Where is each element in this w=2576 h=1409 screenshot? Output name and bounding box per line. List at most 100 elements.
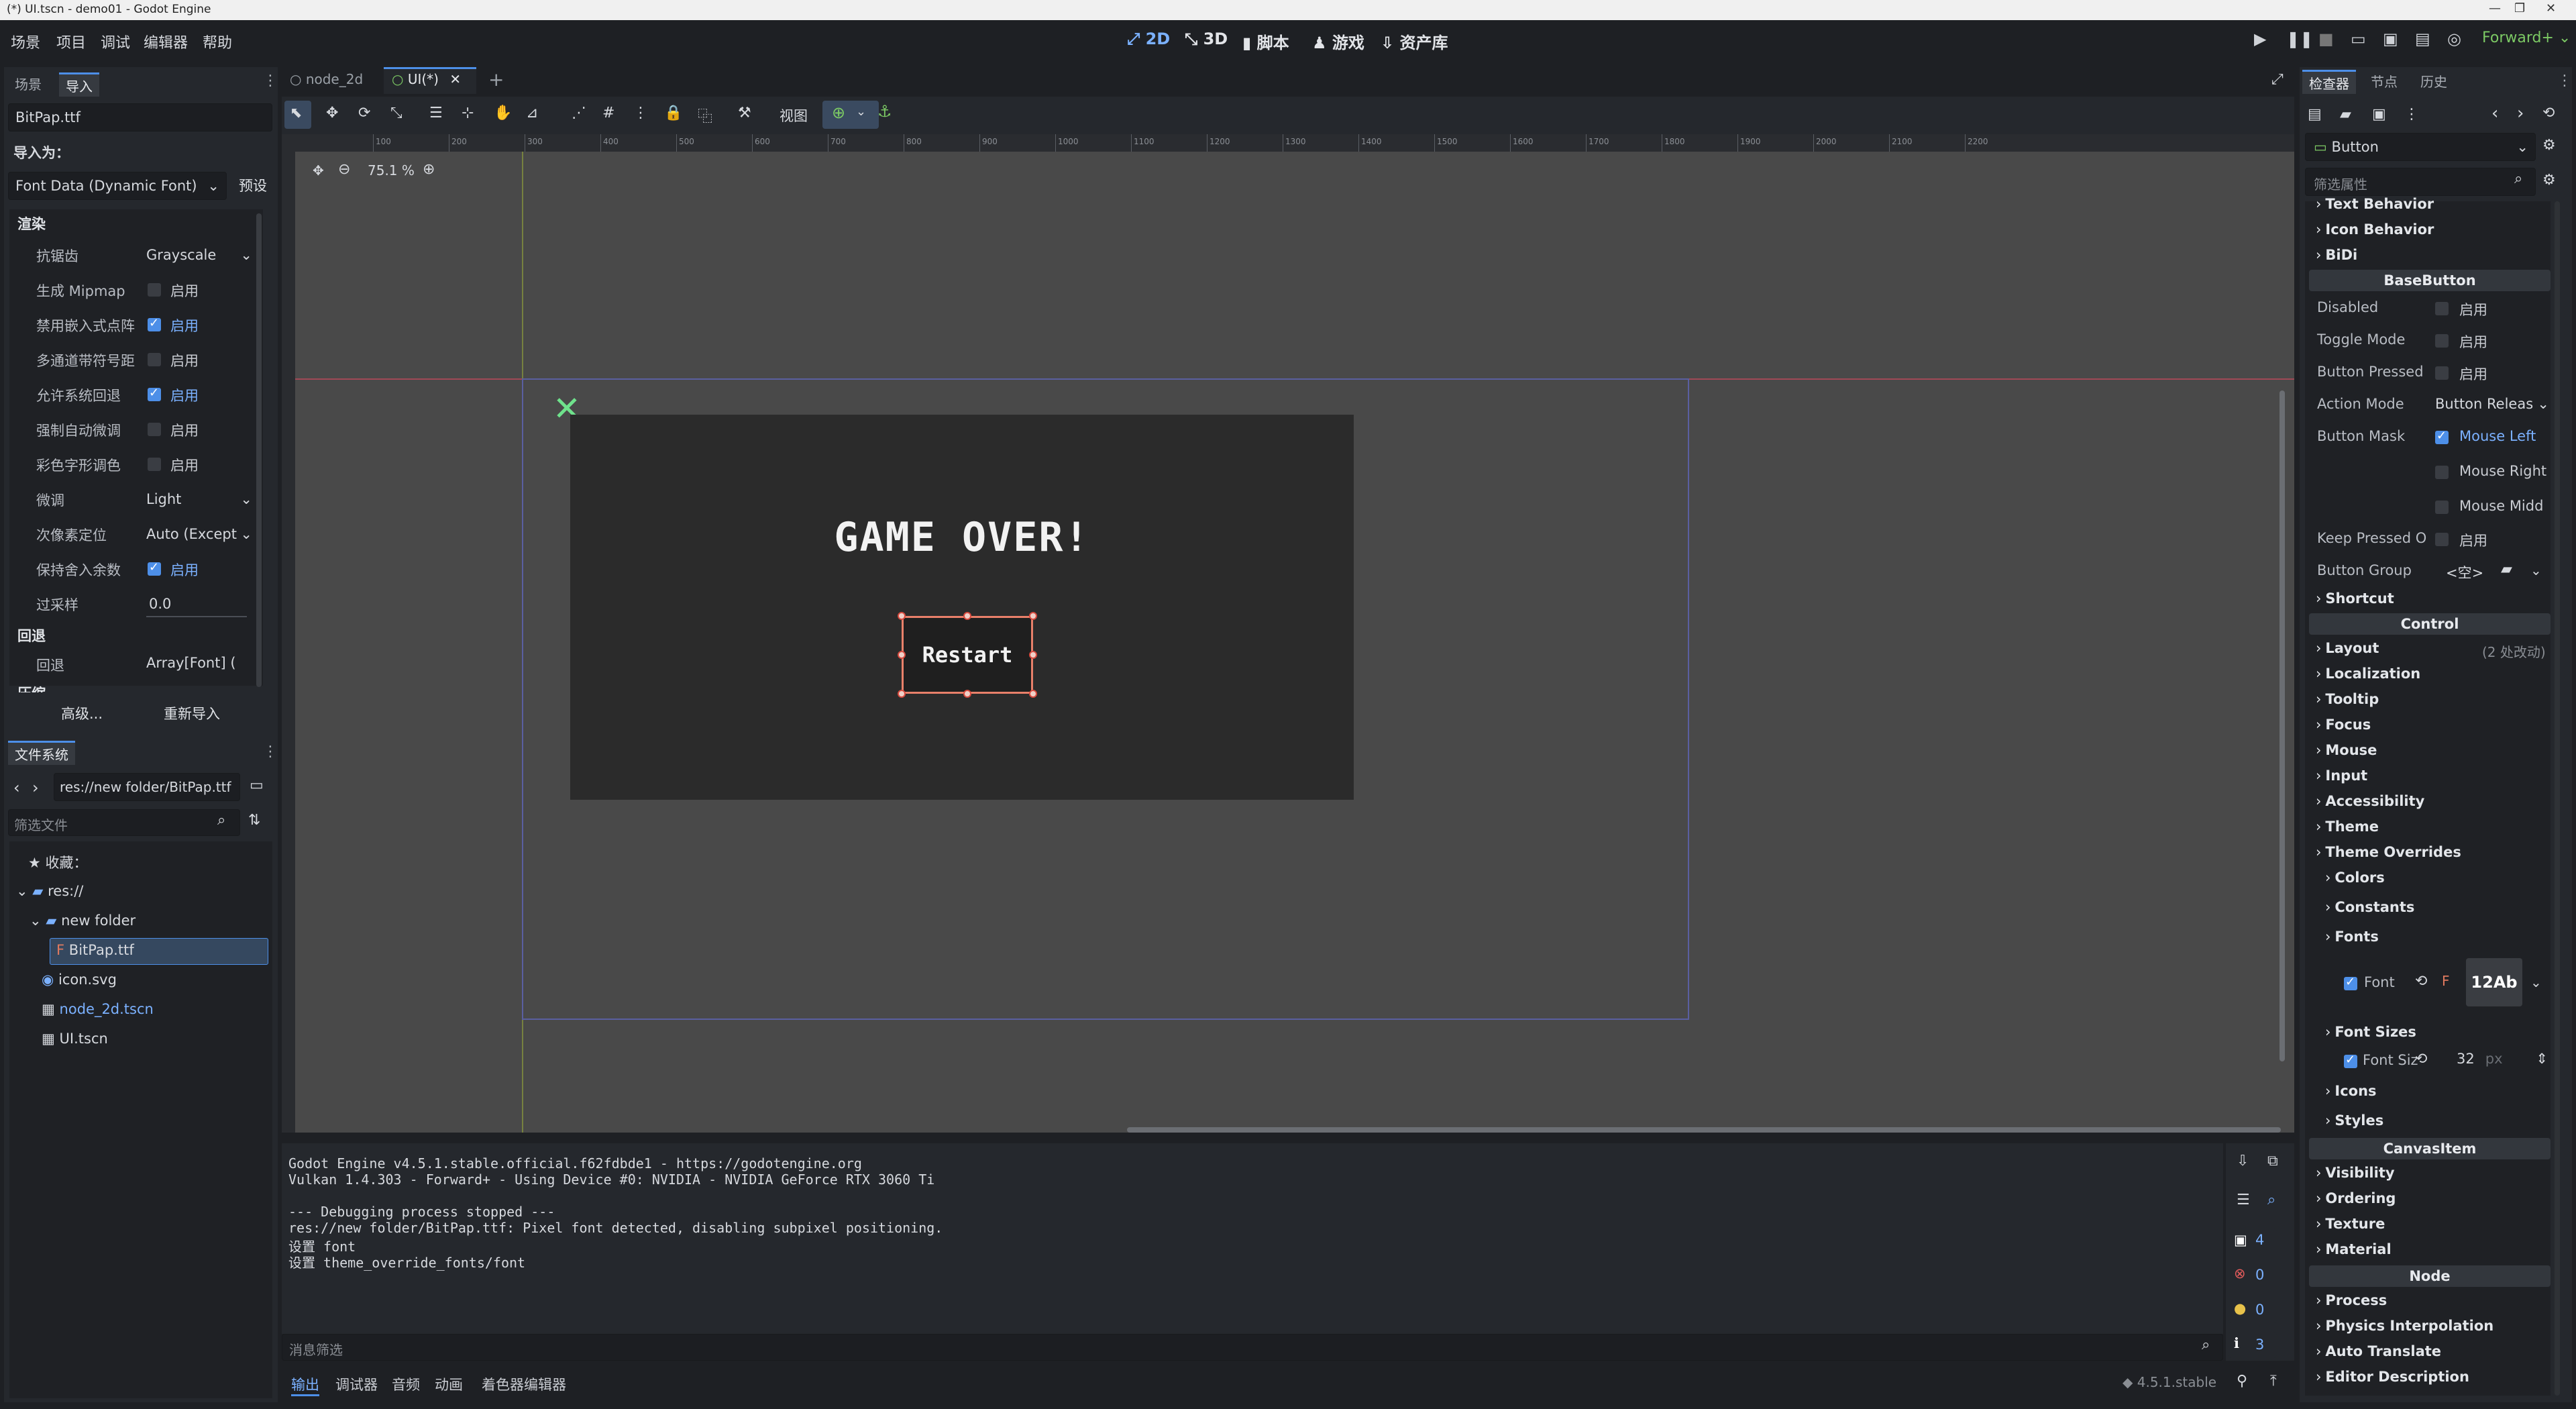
import-option-select[interactable]: Auto (Except ⌄	[144, 522, 255, 547]
font-size-spinbox[interactable]: 32 px ⇕	[2436, 1048, 2551, 1072]
import-option-checkbox[interactable]	[148, 386, 161, 401]
category-auto-translate[interactable]: › Auto Translate	[2316, 1343, 2441, 1359]
maximize-icon[interactable]: ❐	[2514, 1, 2525, 15]
pan-tool-icon[interactable]: ✋	[494, 105, 512, 121]
add-tab-icon[interactable]: +	[488, 68, 504, 91]
basebutton-checkbox[interactable]	[2435, 501, 2449, 514]
category-editor-description[interactable]: › Editor Description	[2316, 1369, 2469, 1385]
zoom-out-icon[interactable]: ⊖	[338, 161, 350, 178]
game-over-panel[interactable]	[570, 415, 1354, 800]
basebutton-checkbox[interactable]	[2435, 429, 2449, 444]
selection-handle[interactable]	[1029, 612, 1037, 620]
workspace-2d-button[interactable]: ⤢ 2D	[1127, 30, 1170, 48]
new-resource-icon[interactable]: ▤	[2308, 106, 2322, 123]
play-custom-icon[interactable]: ▤	[2415, 30, 2430, 48]
node-type-select[interactable]: ▭ Button ⌄	[2305, 133, 2536, 161]
basebutton-checkbox[interactable]	[2435, 533, 2449, 546]
tab-animation[interactable]: 动画	[435, 1374, 463, 1394]
reimport-button[interactable]: 重新导入	[152, 700, 232, 727]
restart-button[interactable]: Restart	[902, 616, 1033, 694]
filesystem-path-input[interactable]: res://new folder/BitPap.ttf	[54, 773, 240, 801]
category-texture[interactable]: › Texture	[2316, 1216, 2385, 1232]
font-size-override-checkbox[interactable]	[2344, 1053, 2357, 1068]
import-option-checkbox[interactable]	[148, 353, 161, 366]
action-mode-select[interactable]: Button Releas ⌄	[2434, 393, 2549, 417]
play-icon[interactable]: ▶	[2254, 30, 2266, 48]
category-mouse[interactable]: › Mouse	[2316, 742, 2377, 758]
selection-handle[interactable]	[898, 690, 906, 698]
filesystem-filter-input[interactable]: 筛选文件	[8, 809, 240, 836]
collapse-icon[interactable]: ☰	[2237, 1192, 2250, 1208]
tree-item-node2d[interactable]: ▦ node_2d.tscn	[42, 1001, 154, 1017]
import-option-checkbox[interactable]	[148, 458, 161, 471]
revert-icon[interactable]: ⟲	[2415, 1051, 2427, 1067]
renderer-select[interactable]: Forward+ ⌄	[2482, 30, 2571, 46]
import-option-select[interactable]: Light ⌄	[144, 487, 255, 513]
zoom-level[interactable]: 75.1 %	[368, 162, 415, 178]
snap-options[interactable]	[822, 101, 879, 129]
sort-icon[interactable]: ⇅	[248, 812, 260, 829]
forward-icon[interactable]: ›	[32, 778, 39, 797]
viewport-hscroll[interactable]	[1127, 1127, 2281, 1133]
zoom-in-icon[interactable]: ⊕	[423, 161, 435, 178]
category-constants[interactable]: › Constants	[2325, 899, 2414, 915]
category-fonts[interactable]: › Fonts	[2325, 929, 2379, 945]
import-option-select[interactable]: Grayscale ⌄	[144, 243, 255, 268]
control-section[interactable]: Control	[2309, 613, 2551, 635]
basebutton-checkbox[interactable]	[2435, 366, 2449, 380]
history-back-icon[interactable]: ‹	[2491, 103, 2498, 123]
pivot-tool-icon[interactable]: ⊹	[462, 105, 474, 121]
revert-icon[interactable]: ⟲	[2415, 973, 2427, 990]
dock-menu-icon[interactable]: ⋮	[263, 72, 278, 89]
tree-item-res[interactable]: ⌄ ▰ res://	[16, 883, 83, 899]
basebutton-checkbox[interactable]	[2435, 466, 2449, 479]
close-icon[interactable]: ✕	[2546, 1, 2556, 15]
history-forward-icon[interactable]: ›	[2517, 103, 2524, 123]
menu-editor[interactable]: 编辑器	[144, 31, 188, 52]
lock-icon[interactable]: 🔒	[664, 105, 682, 121]
basebutton-section[interactable]: BaseButton	[2309, 270, 2551, 291]
selection-handle[interactable]	[898, 612, 906, 620]
import-option-checkbox[interactable]	[148, 560, 161, 576]
category-physics-interpolation[interactable]: › Physics Interpolation	[2316, 1318, 2493, 1334]
category-icons[interactable]: › Icons	[2325, 1083, 2377, 1099]
property-filter-input[interactable]: 筛选属性	[2305, 168, 2536, 196]
category-theme[interactable]: › Theme	[2316, 819, 2379, 835]
basebutton-checkbox[interactable]	[2435, 302, 2449, 315]
tab-ui[interactable]: ○ UI(*) ✕	[392, 71, 461, 87]
inspector-scrollbar[interactable]	[2555, 201, 2560, 1396]
tree-item-bitpap[interactable]: F BitPap.ttf	[56, 942, 134, 958]
advanced-button[interactable]: 高级...	[48, 700, 115, 727]
workspace-script-button[interactable]: ▮ 脚本	[1242, 30, 1289, 53]
font-override-checkbox[interactable]	[2344, 975, 2357, 990]
bone-icon[interactable]: ⚒	[738, 105, 751, 121]
import-option-checkbox[interactable]	[148, 283, 161, 297]
favorites-item[interactable]: ★ 收藏：	[28, 852, 88, 872]
close-icon[interactable]: ✕	[449, 71, 461, 87]
dock-menu-icon[interactable]: ⋮	[263, 743, 278, 760]
tree-item-ui[interactable]: ▦ UI.tscn	[42, 1031, 108, 1047]
movie-maker-icon[interactable]: ◎	[2447, 30, 2461, 48]
history-icon[interactable]: ⟲	[2542, 105, 2555, 121]
rotate-icon[interactable]: ⟳	[358, 105, 370, 121]
select-icon[interactable]: ⬉	[290, 105, 302, 121]
category-tooltip[interactable]: › Tooltip	[2316, 691, 2379, 707]
category-process[interactable]: › Process	[2316, 1292, 2387, 1308]
tree-item-icon-svg[interactable]: ◉ icon.svg	[42, 972, 117, 988]
category-ordering[interactable]: › Ordering	[2316, 1190, 2396, 1206]
load-resource-icon[interactable]: ▰	[2340, 106, 2351, 123]
category-text-behavior[interactable]: › Text Behavior	[2316, 196, 2434, 212]
viewport-vscroll[interactable]	[2279, 390, 2285, 1061]
expand-panel-icon[interactable]: ⤒	[2270, 1373, 2277, 1390]
tab-scene[interactable]: 场景	[8, 72, 48, 95]
import-option-checkbox[interactable]	[148, 423, 161, 436]
fallback-value[interactable]: Array[Font] (	[146, 655, 236, 671]
scale-icon[interactable]: ⤡	[390, 105, 402, 121]
smart-snap-icon[interactable]: ⋰	[572, 105, 586, 121]
selection-handle[interactable]	[1029, 690, 1037, 698]
grid-snap-icon[interactable]: #	[602, 105, 614, 121]
anchor-icon[interactable]: ⚓	[877, 102, 892, 121]
button-group-value[interactable]: <空>	[2446, 562, 2483, 582]
menu-debug[interactable]: 调试	[101, 31, 130, 52]
canvasitem-section[interactable]: CanvasItem	[2309, 1138, 2551, 1159]
